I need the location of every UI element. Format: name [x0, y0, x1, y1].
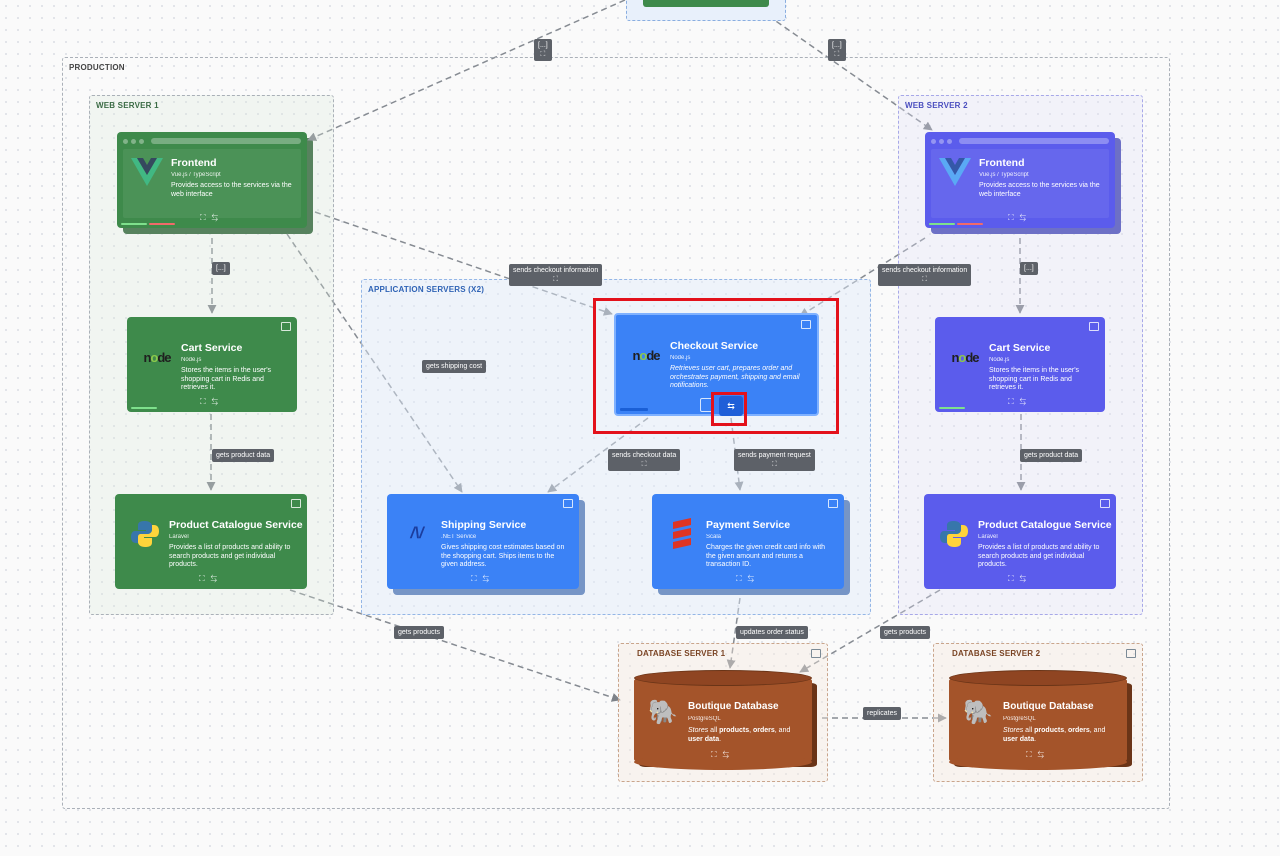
nodejs-logo-icon: node — [951, 349, 979, 365]
edge-label-gets-products[interactable]: gets products — [394, 626, 445, 639]
node-description: Provides a list of products and ability … — [978, 544, 1100, 568]
web-server-2-title: WEB SERVER 2 — [905, 101, 968, 110]
dotnet-logo-icon: /\/ — [410, 525, 424, 542]
node-technology: .NET Service — [441, 534, 477, 540]
edge-label-ellipsis[interactable]: [...] ⛶ — [828, 39, 846, 61]
web-server-1-title: WEB SERVER 1 — [96, 101, 159, 110]
node-actions[interactable]: ⛶⇆ — [924, 574, 1116, 584]
browser-bar — [931, 137, 1109, 145]
postgresql-logo-icon: 🐘 — [963, 699, 993, 726]
edge-label-updates-order-status[interactable]: updates order status — [736, 626, 808, 639]
cart-service-card-web2[interactable]: node Cart Service Node.js Stores the ite… — [935, 317, 1105, 412]
boutique-database-2[interactable]: 🐘 Boutique Database PostgreSQL Stores al… — [949, 670, 1127, 770]
expand-icon[interactable] — [828, 499, 838, 508]
expand-icon[interactable] — [1126, 649, 1136, 658]
node-title: Frontend — [171, 157, 217, 169]
edge-label-ellipsis[interactable]: [...] — [1020, 262, 1038, 275]
node-actions[interactable]: ⛶⇆ — [115, 574, 307, 584]
edge-label-ellipsis[interactable]: [...] — [212, 262, 230, 275]
vue-logo-icon — [129, 154, 165, 190]
python-logo-icon — [127, 516, 163, 552]
database-server-1-title: DATABASE SERVER 1 — [637, 649, 726, 658]
product-catalogue-card-web1[interactable]: Product Catalogue Service Laravel Provid… — [115, 494, 307, 589]
production-title: PRODUCTION — [69, 63, 125, 72]
node-actions[interactable]: ⛶⇆ — [117, 213, 307, 223]
node-description: Gives shipping cost estimates based on t… — [441, 544, 565, 568]
node-title: Cart Service — [989, 342, 1051, 354]
node-title: Product Catalogue Service — [169, 519, 303, 531]
frontend-card-web2[interactable]: Frontend Vue.js / TypeScript Provides ac… — [925, 132, 1121, 234]
node-description: Stores all products, orders, and user da… — [1003, 727, 1106, 743]
product-catalogue-card-web2[interactable]: Product Catalogue Service Laravel Provid… — [924, 494, 1116, 589]
node-description: Provides access to the services via the … — [171, 182, 292, 198]
expand-icon[interactable] — [1100, 499, 1110, 508]
node-technology: Laravel — [169, 534, 189, 540]
shipping-service-card[interactable]: /\/ Shipping Service .NET Service Gives … — [387, 494, 585, 595]
boutique-database-1[interactable]: 🐘 Boutique Database PostgreSQL Stores al… — [634, 670, 812, 770]
node-title: Cart Service — [181, 342, 243, 354]
node-technology: PostgreSQL — [1003, 716, 1036, 722]
node-title: Frontend — [979, 157, 1025, 169]
edge-label-sends-checkout-information[interactable]: sends checkout information ⛶ — [878, 264, 972, 286]
node-actions[interactable]: ⛶⇆ — [634, 750, 812, 760]
edge-label-gets-product-data[interactable]: gets product data — [1020, 449, 1083, 462]
node-technology: PostgreSQL — [688, 716, 721, 722]
node-title: Boutique Database — [688, 701, 779, 712]
expand-icon[interactable] — [281, 322, 291, 331]
node-description: Provides a list of products and ability … — [169, 544, 291, 568]
node-technology: Scala — [706, 534, 722, 540]
browser-bar — [123, 137, 301, 145]
python-logo-icon — [936, 516, 972, 552]
node-title: Payment Service — [706, 519, 791, 531]
expand-icon[interactable] — [563, 499, 573, 508]
expand-icon[interactable] — [811, 649, 821, 658]
node-actions[interactable]: ⛶⇆ — [935, 397, 1105, 407]
edge-label-replicates[interactable]: replicates — [863, 707, 901, 720]
node-description: Charges the given credit card info with … — [706, 544, 826, 568]
node-title: Shipping Service — [441, 519, 527, 531]
node-technology: Node.js — [989, 357, 1010, 363]
node-actions[interactable]: ⛶⇆ — [387, 574, 579, 584]
edge-label-gets-product-data[interactable]: gets product data — [212, 449, 275, 462]
database-server-2-title: DATABASE SERVER 2 — [952, 649, 1041, 658]
node-actions[interactable]: ⛶⇆ — [925, 213, 1115, 223]
node-description: Provides access to the services via the … — [979, 182, 1100, 198]
edge-label-ellipsis[interactable]: [...] ⛶ — [534, 39, 552, 61]
node-technology: Laravel — [978, 534, 998, 540]
expand-icon[interactable] — [291, 499, 301, 508]
nodejs-logo-icon: node — [143, 349, 171, 365]
node-actions[interactable]: ⛶⇆ — [949, 750, 1127, 760]
edge-label-sends-checkout-information[interactable]: sends checkout information ⛶ — [509, 264, 603, 286]
node-technology: Vue.js / TypeScript — [979, 172, 1029, 178]
top-node-partial[interactable] — [626, 0, 786, 21]
action-highlight-box — [711, 392, 747, 426]
edge-label-gets-products[interactable]: gets products — [880, 626, 931, 639]
node-title: Boutique Database — [1003, 701, 1094, 712]
cart-service-card-web1[interactable]: node Cart Service Node.js Stores the ite… — [127, 317, 297, 412]
vue-logo-icon — [937, 154, 973, 190]
frontend-card-web1[interactable]: Frontend Vue.js / TypeScript Provides ac… — [117, 132, 313, 234]
node-description: Stores all products, orders, and user da… — [688, 727, 791, 743]
payment-service-card[interactable]: Payment Service Scala Charges the given … — [652, 494, 850, 595]
expand-icon[interactable] — [1089, 322, 1099, 331]
application-servers-title: APPLICATION SERVERS (X2) — [368, 285, 485, 294]
edge-label-sends-payment-request[interactable]: sends payment request ⛶ — [734, 449, 815, 471]
node-actions[interactable]: ⛶⇆ — [652, 574, 844, 584]
node-description: Stores the items in the user's shopping … — [989, 367, 1080, 391]
edge-label-sends-checkout-data[interactable]: sends checkout data ⛶ — [608, 449, 681, 471]
node-description: Stores the items in the user's shopping … — [181, 367, 272, 391]
scala-logo-icon — [664, 516, 700, 552]
node-title: Product Catalogue Service — [978, 519, 1112, 531]
postgresql-logo-icon: 🐘 — [648, 699, 678, 726]
node-actions[interactable]: ⛶⇆ — [127, 397, 297, 407]
node-technology: Node.js — [181, 357, 202, 363]
edge-label-gets-shipping-cost[interactable]: gets shipping cost — [422, 360, 487, 373]
node-technology: Vue.js / TypeScript — [171, 172, 221, 178]
